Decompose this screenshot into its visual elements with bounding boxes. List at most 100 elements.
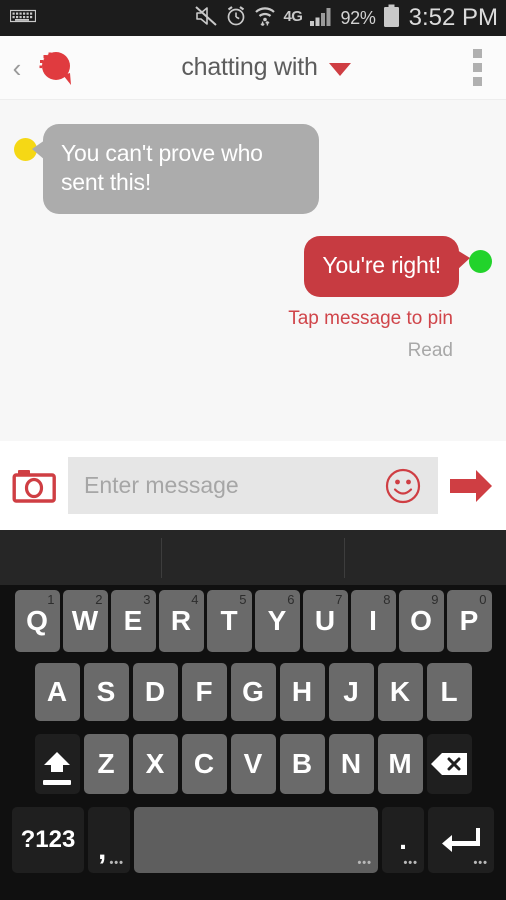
period-glyph: . bbox=[399, 824, 407, 855]
on-screen-keyboard: 1Q 2W 3E 4R 5T 6Y 7U 8I 9O 0P A S D F G … bbox=[0, 530, 506, 900]
key-label: Y bbox=[267, 605, 287, 636]
shift-icon[interactable] bbox=[34, 734, 80, 794]
shift-lock-bar bbox=[43, 780, 71, 785]
key-x[interactable]: X bbox=[132, 734, 178, 794]
keyboard-row-1: 1Q 2W 3E 4R 5T 6Y 7U 8I 9O 0P bbox=[0, 585, 506, 657]
key-n[interactable]: N bbox=[328, 734, 374, 794]
key-superscript: 7 bbox=[335, 592, 343, 607]
enter-icon[interactable]: ••• bbox=[428, 807, 494, 873]
keyboard-icon bbox=[9, 8, 37, 29]
key-w[interactable]: 2W bbox=[62, 590, 108, 652]
key-comma[interactable]: , ••• bbox=[88, 807, 130, 873]
key-m[interactable]: M bbox=[377, 734, 423, 794]
chat-title-area[interactable]: chatting with bbox=[78, 53, 454, 82]
long-press-indicator: ••• bbox=[403, 857, 418, 869]
key-v[interactable]: V bbox=[230, 734, 276, 794]
back-chevron-icon[interactable]: ‹ bbox=[4, 55, 30, 81]
key-superscript: 3 bbox=[143, 592, 151, 607]
key-label: R bbox=[170, 605, 192, 636]
key-label: U bbox=[314, 605, 336, 636]
key-label: W bbox=[71, 605, 99, 636]
suggestion-strip[interactable] bbox=[0, 530, 506, 585]
key-superscript: 9 bbox=[431, 592, 439, 607]
key-h[interactable]: H bbox=[279, 663, 325, 721]
key-b[interactable]: B bbox=[279, 734, 325, 794]
long-press-indicator: ••• bbox=[473, 857, 488, 869]
key-k[interactable]: K bbox=[377, 663, 423, 721]
comma-glyph: , bbox=[98, 833, 107, 866]
backspace-icon[interactable] bbox=[426, 734, 472, 794]
key-y[interactable]: 6Y bbox=[254, 590, 300, 652]
key-symbols[interactable]: ?123 bbox=[12, 807, 84, 873]
outgoing-column: You're right! Tap message to pin Read bbox=[288, 236, 470, 362]
key-g[interactable]: G bbox=[230, 663, 276, 721]
long-press-indicator: ••• bbox=[109, 857, 124, 869]
key-space[interactable]: ••• bbox=[134, 807, 378, 873]
message-row-incoming: You can't prove who sent this! bbox=[0, 124, 506, 214]
menu-dot bbox=[472, 49, 482, 58]
key-q[interactable]: 1Q bbox=[14, 590, 60, 652]
message-row-outgoing: You're right! Tap message to pin Read bbox=[0, 236, 506, 362]
battery-percent: 92% bbox=[340, 7, 376, 28]
mute-icon bbox=[194, 5, 218, 32]
camera-icon[interactable] bbox=[12, 467, 58, 505]
key-o[interactable]: 9O bbox=[398, 590, 444, 652]
status-bar-right: 4G 92% 3:52 PM bbox=[194, 4, 498, 33]
key-c[interactable]: C bbox=[181, 734, 227, 794]
key-label: I bbox=[369, 605, 377, 636]
message-input-bar bbox=[0, 441, 506, 530]
app-logo-icon bbox=[32, 46, 78, 90]
chevron-down-icon[interactable] bbox=[328, 63, 351, 76]
status-bar-left bbox=[9, 8, 37, 29]
key-label: Q bbox=[26, 605, 48, 636]
key-superscript: 0 bbox=[479, 592, 487, 607]
message-input[interactable] bbox=[84, 472, 384, 499]
message-bubble-incoming[interactable]: You can't prove who sent this! bbox=[32, 124, 319, 214]
key-s[interactable]: S bbox=[83, 663, 129, 721]
key-label: O bbox=[410, 605, 432, 636]
key-period[interactable]: . ••• bbox=[382, 807, 424, 873]
key-l[interactable]: L bbox=[426, 663, 472, 721]
message-status: Read bbox=[407, 340, 453, 361]
long-press-indicator: ••• bbox=[357, 857, 372, 869]
key-label: E bbox=[123, 605, 143, 636]
key-r[interactable]: 4R bbox=[158, 590, 204, 652]
status-bar: 4G 92% 3:52 PM bbox=[0, 0, 506, 36]
smiley-icon[interactable] bbox=[384, 467, 422, 505]
send-arrow-icon[interactable] bbox=[448, 466, 494, 506]
message-field-wrapper[interactable] bbox=[68, 457, 438, 514]
key-superscript: 4 bbox=[191, 592, 199, 607]
message-bubble-outgoing[interactable]: You're right! bbox=[304, 236, 470, 297]
signal-bars-icon bbox=[309, 5, 333, 32]
suggestion-divider bbox=[161, 538, 162, 578]
wifi-icon bbox=[254, 5, 276, 32]
clock: 3:52 PM bbox=[408, 4, 498, 31]
key-e[interactable]: 3E bbox=[110, 590, 156, 652]
network-label: 4G bbox=[283, 7, 303, 25]
key-p[interactable]: 0P bbox=[446, 590, 492, 652]
message-list[interactable]: You can't prove who sent this! You're ri… bbox=[0, 100, 506, 441]
suggestion-divider bbox=[344, 538, 345, 578]
key-superscript: 1 bbox=[47, 592, 55, 607]
overflow-menu-icon[interactable] bbox=[454, 49, 500, 86]
key-superscript: 5 bbox=[239, 592, 247, 607]
alarm-clock-icon bbox=[225, 5, 247, 32]
key-superscript: 8 bbox=[383, 592, 391, 607]
battery-icon bbox=[383, 4, 400, 33]
page-title: chatting with bbox=[181, 53, 318, 81]
key-a[interactable]: A bbox=[34, 663, 80, 721]
key-f[interactable]: F bbox=[181, 663, 227, 721]
key-u[interactable]: 7U bbox=[302, 590, 348, 652]
key-d[interactable]: D bbox=[132, 663, 178, 721]
pin-hint-text: Tap message to pin bbox=[288, 308, 453, 329]
key-t[interactable]: 5T bbox=[206, 590, 252, 652]
menu-dot bbox=[472, 63, 482, 72]
key-j[interactable]: J bbox=[328, 663, 374, 721]
keyboard-row-4: ?123 , ••• ••• . ••• ••• bbox=[0, 801, 506, 879]
keyboard-row-3: Z X C V B N M bbox=[0, 727, 506, 801]
key-superscript: 2 bbox=[95, 592, 103, 607]
key-label: T bbox=[220, 605, 238, 636]
menu-dot bbox=[472, 77, 482, 86]
key-z[interactable]: Z bbox=[83, 734, 129, 794]
key-i[interactable]: 8I bbox=[350, 590, 396, 652]
